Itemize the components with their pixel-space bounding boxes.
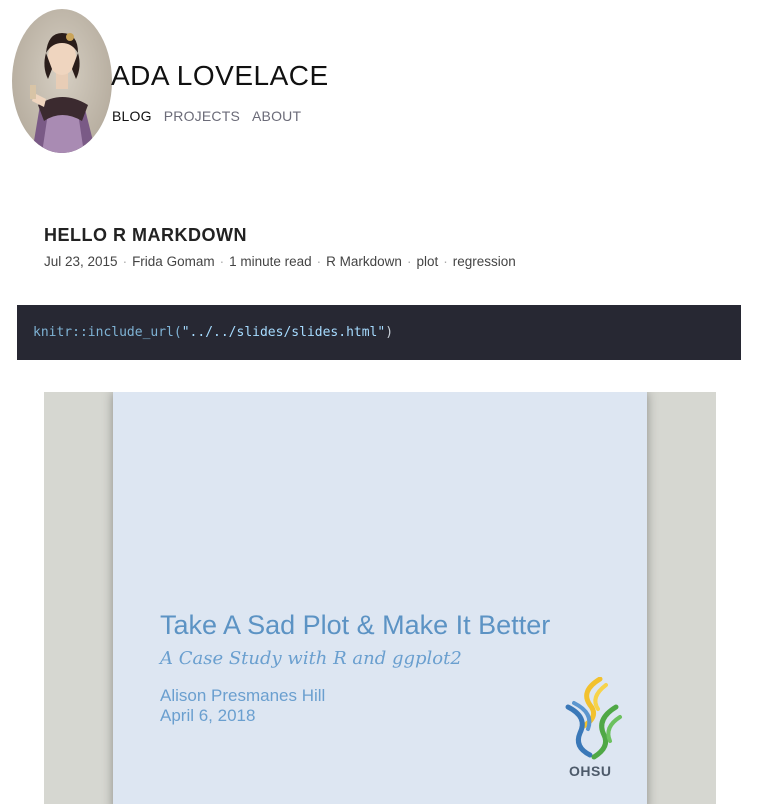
ohsu-logo-text: OHSU xyxy=(569,763,612,779)
code-string: "../../slides/slides.html" xyxy=(181,325,386,340)
slide-date: April 6, 2018 xyxy=(160,706,256,725)
post-date: Jul 23, 2015 xyxy=(44,254,118,269)
post-author-link[interactable]: Frida Gomam xyxy=(132,254,215,269)
code-close-paren: ) xyxy=(385,325,394,340)
nav-projects[interactable]: PROJECTS xyxy=(164,108,240,124)
code-block[interactable]: knitr::include_url("../../slides/slides.… xyxy=(17,305,741,360)
meta-separator: · xyxy=(406,254,412,269)
post-title: HELLO R MARKDOWN xyxy=(44,225,247,245)
post-meta: Jul 23, 2015 · Frida Gomam · 1 minute read · R… xyxy=(44,254,516,269)
category-link-plot[interactable]: plot xyxy=(416,254,438,269)
nav-about[interactable]: ABOUT xyxy=(252,108,301,124)
avatar-portrait[interactable] xyxy=(12,9,112,153)
ohsu-logo-icon xyxy=(565,677,622,760)
meta-separator: · xyxy=(122,254,128,269)
slide[interactable]: Take A Sad Plot & Make It Better A Case … xyxy=(113,392,647,804)
nav-blog[interactable]: BLOG xyxy=(112,108,152,124)
slide-author: Alison Presmanes Hill xyxy=(160,686,326,705)
category-link-r-markdown[interactable]: R Markdown xyxy=(326,254,402,269)
slide-subtitle: A Case Study with R and ggplot2 xyxy=(160,648,462,669)
portrait-image xyxy=(30,33,96,153)
code-function: knitr::include_url( xyxy=(33,325,182,340)
category-link-regression[interactable]: regression xyxy=(453,254,516,269)
site-title[interactable]: ADA LOVELACE xyxy=(111,62,329,90)
meta-separator: · xyxy=(219,254,225,269)
page: ADA LOVELACE BLOG PROJECTS ABOUT HELLO R… xyxy=(0,0,762,804)
main-nav: BLOG PROJECTS ABOUT xyxy=(112,108,301,124)
post-read-time: 1 minute read xyxy=(229,254,312,269)
slide-title: Take A Sad Plot & Make It Better xyxy=(160,610,551,640)
meta-separator: · xyxy=(443,254,448,269)
embedded-slides-frame[interactable]: Take A Sad Plot & Make It Better A Case … xyxy=(44,392,716,804)
meta-separator: · xyxy=(316,254,322,269)
